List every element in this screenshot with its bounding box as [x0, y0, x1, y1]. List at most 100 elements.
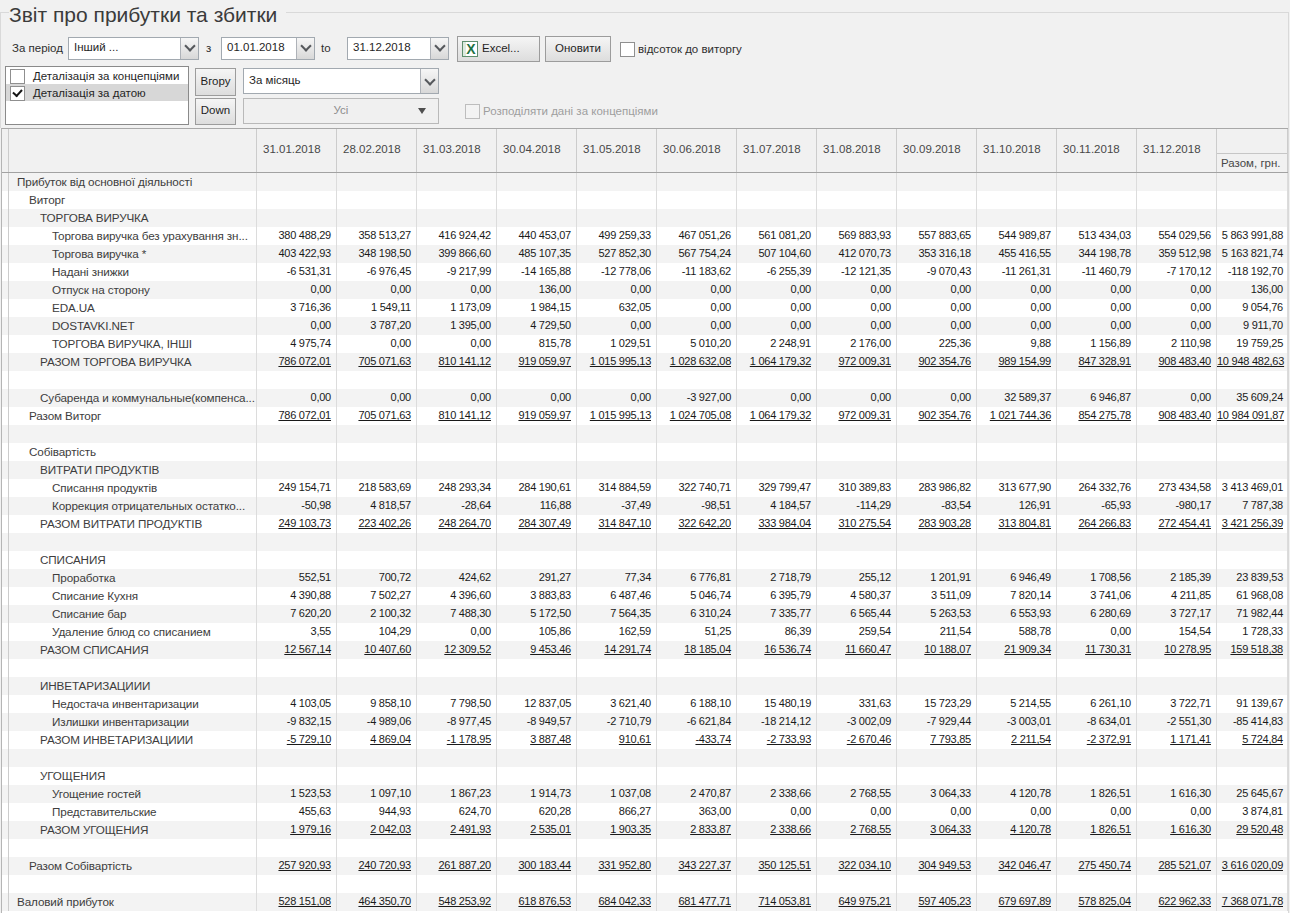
- cell-value[interactable]: 714 053,81: [737, 893, 817, 911]
- cell-value[interactable]: 681 477,71: [657, 893, 737, 911]
- cell-value[interactable]: -2 372,91: [1057, 731, 1137, 749]
- cell-value[interactable]: 919 059,97: [497, 353, 577, 371]
- cell-value[interactable]: 464 350,70: [337, 893, 417, 911]
- cell-value[interactable]: 902 354,76: [897, 407, 977, 425]
- cell-value[interactable]: 10 407,60: [337, 641, 417, 659]
- cell-value[interactable]: 1 028 632,08: [657, 353, 737, 371]
- cell-value[interactable]: 350 125,51: [737, 857, 817, 875]
- list-item-detail-date[interactable]: Деталізація за датою: [6, 84, 188, 101]
- cell-value[interactable]: 11 660,47: [817, 641, 897, 659]
- cell-value[interactable]: 705 071,63: [337, 353, 417, 371]
- cell-value[interactable]: 249 103,73: [257, 515, 337, 533]
- cell-value[interactable]: 9 453,46: [497, 641, 577, 659]
- cell-total[interactable]: 29 520,48: [1217, 821, 1288, 839]
- cell-value[interactable]: 548 253,92: [417, 893, 497, 911]
- cell-value[interactable]: 14 291,74: [577, 641, 657, 659]
- cell-value[interactable]: 12 309,52: [417, 641, 497, 659]
- detail-date-checkbox[interactable]: [10, 86, 25, 101]
- cell-value[interactable]: 2 338,66: [737, 821, 817, 839]
- cell-total[interactable]: 5 724,84: [1217, 731, 1288, 749]
- cell-value[interactable]: 4 120,78: [977, 821, 1057, 839]
- cell-value[interactable]: 343 227,37: [657, 857, 737, 875]
- cell-total[interactable]: 3 616 020,09: [1217, 857, 1288, 875]
- cell-value[interactable]: -433,74: [657, 731, 737, 749]
- cell-value[interactable]: 333 984,04: [737, 515, 817, 533]
- cell-value[interactable]: 7 793,85: [897, 731, 977, 749]
- cell-value[interactable]: 2 768,55: [817, 821, 897, 839]
- cell-value[interactable]: 649 975,21: [817, 893, 897, 911]
- cell-value[interactable]: 11 730,31: [1057, 641, 1137, 659]
- refresh-button[interactable]: Оновити: [545, 36, 611, 62]
- cell-value[interactable]: 257 920,93: [257, 857, 337, 875]
- list-item-detail-concepts[interactable]: Деталізація за концепціями: [6, 67, 188, 84]
- cell-value[interactable]: 1 171,41: [1137, 731, 1217, 749]
- cell-value[interactable]: 1 903,35: [577, 821, 657, 839]
- cell-value[interactable]: 2 042,03: [337, 821, 417, 839]
- cell-value[interactable]: 1 826,51: [1057, 821, 1137, 839]
- cell-value[interactable]: 314 847,10: [577, 515, 657, 533]
- cell-value[interactable]: 285 521,07: [1137, 857, 1217, 875]
- cell-value[interactable]: 304 949,53: [897, 857, 977, 875]
- cell-value[interactable]: 1 015 995,13: [577, 407, 657, 425]
- cell-value[interactable]: 908 483,40: [1137, 407, 1217, 425]
- cell-value[interactable]: 12 567,14: [257, 641, 337, 659]
- move-up-button[interactable]: Вгору: [195, 68, 236, 96]
- cell-value[interactable]: 908 483,40: [1137, 353, 1217, 371]
- cell-value[interactable]: 3 064,33: [897, 821, 977, 839]
- cell-value[interactable]: 578 825,04: [1057, 893, 1137, 911]
- cell-value[interactable]: 679 697,89: [977, 893, 1057, 911]
- detail-concepts-checkbox[interactable]: [10, 69, 25, 84]
- cell-value[interactable]: 2 211,54: [977, 731, 1057, 749]
- date-from-select[interactable]: 01.01.2018: [221, 37, 315, 60]
- cell-value[interactable]: 919 059,97: [497, 407, 577, 425]
- period-select[interactable]: Інший ...: [68, 37, 199, 60]
- cell-value[interactable]: 847 328,91: [1057, 353, 1137, 371]
- cell-value[interactable]: 2 491,93: [417, 821, 497, 839]
- chevron-down-icon[interactable]: [180, 38, 198, 59]
- cell-value[interactable]: 597 405,23: [897, 893, 977, 911]
- cell-value[interactable]: -1 178,95: [417, 731, 497, 749]
- cell-total[interactable]: 10 984 091,87: [1217, 407, 1288, 425]
- chevron-down-icon[interactable]: [420, 69, 438, 93]
- cell-value[interactable]: 1 064 179,32: [737, 407, 817, 425]
- interval-select[interactable]: За місяць: [243, 68, 439, 94]
- cell-value[interactable]: 313 804,81: [977, 515, 1057, 533]
- cell-value[interactable]: -2 733,93: [737, 731, 817, 749]
- cell-total[interactable]: 10 948 482,63: [1217, 353, 1288, 371]
- cell-value[interactable]: 989 154,99: [977, 353, 1057, 371]
- cell-value[interactable]: 2 833,87: [657, 821, 737, 839]
- cell-value[interactable]: 16 536,74: [737, 641, 817, 659]
- cell-value[interactable]: 223 402,26: [337, 515, 417, 533]
- cell-value[interactable]: 261 887,20: [417, 857, 497, 875]
- cell-value[interactable]: 283 903,28: [897, 515, 977, 533]
- cell-total[interactable]: 159 518,38: [1217, 641, 1288, 659]
- cell-value[interactable]: 1 616,30: [1137, 821, 1217, 839]
- excel-export-button[interactable]: X Excel...: [457, 36, 540, 62]
- cell-value[interactable]: 910,61: [577, 731, 657, 749]
- cell-value[interactable]: 528 151,08: [257, 893, 337, 911]
- cell-value[interactable]: 810 141,12: [417, 407, 497, 425]
- cell-value[interactable]: 10 188,07: [897, 641, 977, 659]
- percent-checkbox[interactable]: [620, 42, 635, 57]
- cell-value[interactable]: 1 979,16: [257, 821, 337, 839]
- cell-value[interactable]: 1 024 705,08: [657, 407, 737, 425]
- cell-value[interactable]: -5 729,10: [257, 731, 337, 749]
- cell-value[interactable]: 786 072,01: [257, 353, 337, 371]
- cell-value[interactable]: 275 450,74: [1057, 857, 1137, 875]
- cell-value[interactable]: 972 009,31: [817, 407, 897, 425]
- cell-value[interactable]: 4 869,04: [337, 731, 417, 749]
- cell-value[interactable]: 618 876,53: [497, 893, 577, 911]
- cell-value[interactable]: 322 034,10: [817, 857, 897, 875]
- cell-value[interactable]: 786 072,01: [257, 407, 337, 425]
- cell-value[interactable]: 264 266,83: [1057, 515, 1137, 533]
- cell-value[interactable]: 272 454,41: [1137, 515, 1217, 533]
- cell-value[interactable]: 21 909,34: [977, 641, 1057, 659]
- cell-value[interactable]: 972 009,31: [817, 353, 897, 371]
- cell-value[interactable]: 854 275,78: [1057, 407, 1137, 425]
- cell-value[interactable]: 902 354,76: [897, 353, 977, 371]
- cell-value[interactable]: 1 015 995,13: [577, 353, 657, 371]
- cell-value[interactable]: 1 021 744,36: [977, 407, 1057, 425]
- chevron-down-icon[interactable]: [296, 38, 314, 59]
- cell-value[interactable]: 342 046,47: [977, 857, 1057, 875]
- cell-value[interactable]: 248 264,70: [417, 515, 497, 533]
